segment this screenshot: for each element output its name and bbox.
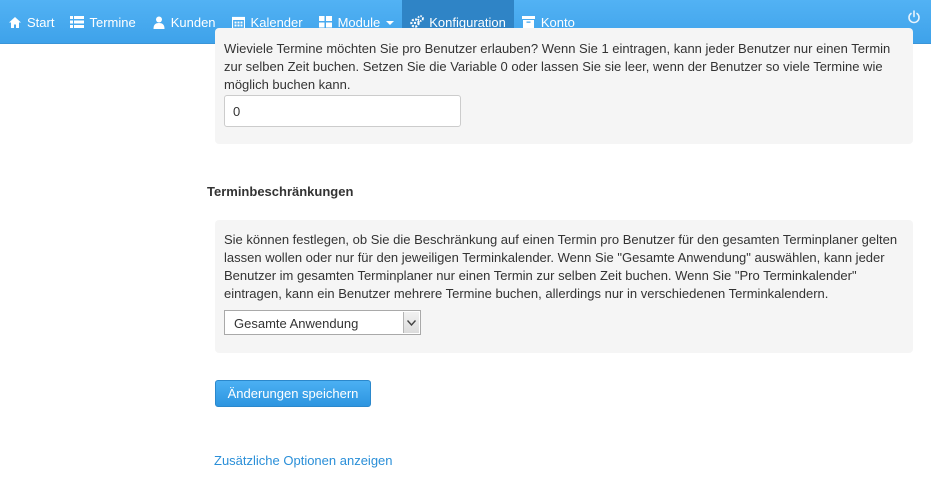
restrictions-help-text: Sie können festlegen, ob Sie die Beschrä… <box>224 232 898 301</box>
booking-limit-input[interactable] <box>224 95 461 127</box>
calendar-icon <box>232 15 246 29</box>
show-more-options-link[interactable]: Zusätzliche Optionen anzeigen <box>214 453 393 468</box>
nav-item-start[interactable]: Start <box>0 0 62 44</box>
nav-item-kunden[interactable]: Kunden <box>144 0 224 44</box>
home-icon <box>8 15 22 29</box>
grid-icon <box>319 15 333 29</box>
booking-limit-help-text: Wieviele Termine möchten Sie pro Benutze… <box>224 41 891 92</box>
user-icon <box>152 15 166 29</box>
save-button[interactable]: Änderungen speichern <box>215 380 371 407</box>
chevron-down-icon <box>403 312 419 333</box>
restrictions-title: Terminbeschränkungen <box>207 184 354 199</box>
power-icon[interactable] <box>907 10 921 24</box>
nav-item-termine[interactable]: Termine <box>62 0 143 44</box>
gears-icon <box>410 15 425 29</box>
list-icon <box>70 15 85 29</box>
nav-item-label: Termine <box>89 14 136 30</box>
nav-item-label: Start <box>27 14 55 30</box>
chevron-down-icon <box>386 21 395 25</box>
select-value: Gesamte Anwendung <box>234 316 359 331</box>
nav-item-label: Kunden <box>170 14 216 30</box>
restriction-scope-select[interactable]: Gesamte Anwendung <box>224 310 421 335</box>
box-icon <box>522 15 536 29</box>
